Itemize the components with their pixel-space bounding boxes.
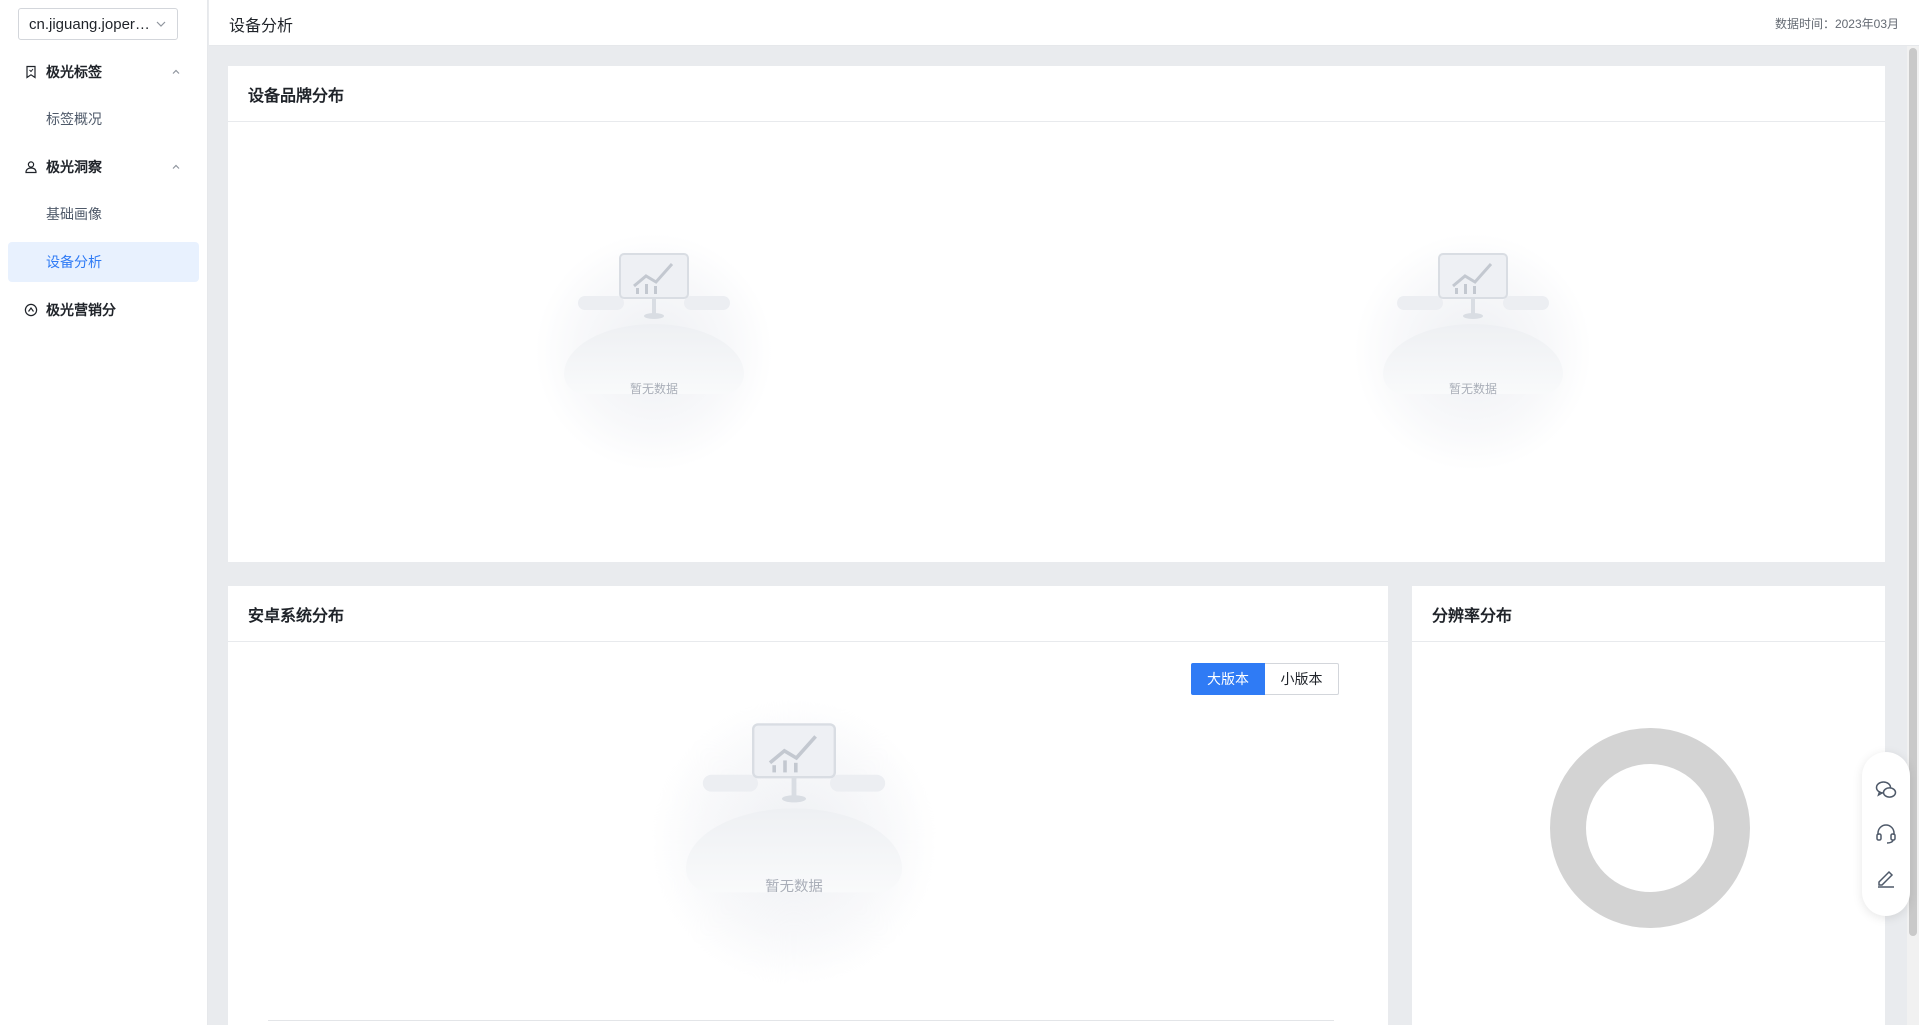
version-toggle: 大版本 小版本	[1191, 663, 1339, 695]
app-selector-value: cn.jiguang.joper…	[29, 15, 150, 33]
sidebar-item-label: 基础画像	[46, 206, 102, 222]
card-title: 设备品牌分布	[228, 66, 1885, 122]
chart-board-icon	[619, 253, 689, 319]
chevron-up-icon	[172, 69, 180, 74]
sidebar-group-label: 极光营销分	[46, 302, 116, 318]
bookmark-icon	[26, 65, 36, 79]
page-title: 设备分析	[229, 18, 294, 35]
empty-state-right: 暂无数据	[1353, 232, 1593, 472]
sidebar-item-basic-profile[interactable]: 基础画像	[8, 194, 199, 234]
donut-chart	[1550, 728, 1750, 928]
divider	[268, 1020, 1334, 1021]
page-header: 设备分析 数据时间：2023年03月	[209, 0, 1919, 46]
major-version-button[interactable]: 大版本	[1191, 663, 1265, 695]
minor-version-button[interactable]: 小版本	[1265, 663, 1339, 695]
compass-icon	[24, 303, 38, 317]
android-distribution-card: 安卓系统分布 大版本 小版本 暂无数据	[228, 586, 1388, 1025]
empty-state: 暂无数据	[650, 698, 938, 986]
empty-text: 暂无数据	[765, 878, 823, 895]
donut-ring	[1550, 728, 1750, 928]
scrollbar-thumb[interactable]	[1909, 48, 1917, 936]
sidebar-item-label: 标签概况	[46, 111, 102, 127]
wechat-icon[interactable]	[1874, 778, 1898, 802]
sidebar-item-label: 设备分析	[46, 254, 102, 270]
chevron-up-icon	[172, 164, 180, 169]
headset-icon[interactable]	[1874, 822, 1898, 846]
brand-distribution-card: 设备品牌分布 暂无数据 暂无数据	[228, 66, 1885, 562]
sidebar-item-tag-overview[interactable]: 标签概况	[8, 99, 199, 139]
app-selector[interactable]: cn.jiguang.joper…	[18, 8, 178, 40]
chevron-down-icon	[156, 21, 166, 27]
chart-board-icon	[752, 723, 837, 803]
edit-icon[interactable]	[1874, 866, 1898, 890]
sidebar-group-tags[interactable]: 极光标签	[8, 52, 199, 92]
sidebar-item-device-analysis[interactable]: 设备分析	[8, 242, 199, 282]
card-title: 分辨率分布	[1412, 586, 1885, 642]
sidebar-group-label: 极光洞察	[46, 159, 102, 175]
user-icon	[25, 161, 37, 174]
empty-text: 暂无数据	[629, 382, 678, 396]
sidebar-group-label: 极光标签	[46, 64, 102, 80]
sidebar: cn.jiguang.joper… 极光标签 标签概况 极光洞察 基础画像 设备…	[0, 0, 208, 1025]
data-time-label: 数据时间：2023年03月	[1774, 17, 1899, 31]
chart-board-icon	[1438, 253, 1508, 319]
empty-text: 暂无数据	[1448, 382, 1497, 396]
card-title: 安卓系统分布	[228, 586, 1388, 642]
sidebar-group-insight[interactable]: 极光洞察	[8, 147, 199, 187]
empty-state-left: 暂无数据	[534, 232, 774, 472]
floating-action-bar	[1862, 752, 1910, 916]
sidebar-group-marketing[interactable]: 极光营销分	[8, 290, 199, 330]
resolution-distribution-card: 分辨率分布	[1412, 586, 1885, 1025]
